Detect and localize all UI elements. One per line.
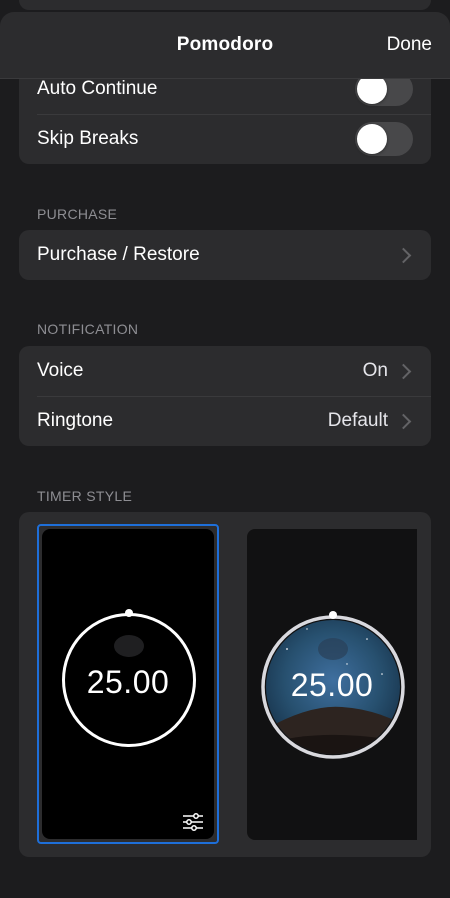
voice-value: On xyxy=(362,360,388,381)
timer-preview: 25.00 xyxy=(42,529,214,839)
toggle-knob xyxy=(357,124,387,154)
purchase-restore-row[interactable]: Purchase / Restore xyxy=(19,230,431,280)
timer-value: 25.00 xyxy=(86,664,170,700)
timer-style-carousel[interactable]: 25.00 25.00 xyxy=(19,512,431,857)
chevron-right-icon xyxy=(395,247,412,263)
purchase-restore-label: Purchase / Restore xyxy=(37,244,200,265)
navigation-bar: Pomodoro Done xyxy=(0,12,450,79)
skip-breaks-toggle[interactable] xyxy=(355,122,413,156)
notification-section-header: NOTIFICATION xyxy=(37,321,139,337)
timer-style-option-night-sky[interactable]: 25.00 xyxy=(247,529,417,840)
voice-row[interactable]: Voice On xyxy=(19,346,431,396)
timer-style-section-header: TIMER STYLE xyxy=(37,488,133,504)
timer-value: 25.00 xyxy=(290,667,374,703)
timer-style-option-classic[interactable]: 25.00 xyxy=(37,524,219,844)
toggle-settings-group: Auto Continue Skip Breaks xyxy=(19,64,431,164)
purchase-section-header: PURCHASE xyxy=(37,206,118,222)
voice-label: Voice xyxy=(37,360,84,381)
ringtone-value: Default xyxy=(327,410,388,431)
auto-continue-label: Auto Continue xyxy=(37,78,158,99)
progress-dot xyxy=(125,609,133,617)
previous-section-edge xyxy=(19,0,431,10)
skip-breaks-row: Skip Breaks xyxy=(19,114,431,164)
ringtone-label: Ringtone xyxy=(37,410,114,431)
purchase-group: Purchase / Restore xyxy=(19,230,431,280)
page-title: Pomodoro xyxy=(176,34,274,55)
skip-breaks-label: Skip Breaks xyxy=(37,128,139,149)
sliders-icon[interactable] xyxy=(182,813,204,831)
notification-group: Voice On Ringtone Default xyxy=(19,346,431,446)
ringtone-row[interactable]: Ringtone Default xyxy=(19,396,431,446)
chevron-right-icon xyxy=(395,413,412,429)
done-button[interactable]: Done xyxy=(387,34,432,56)
chevron-right-icon xyxy=(395,363,412,379)
